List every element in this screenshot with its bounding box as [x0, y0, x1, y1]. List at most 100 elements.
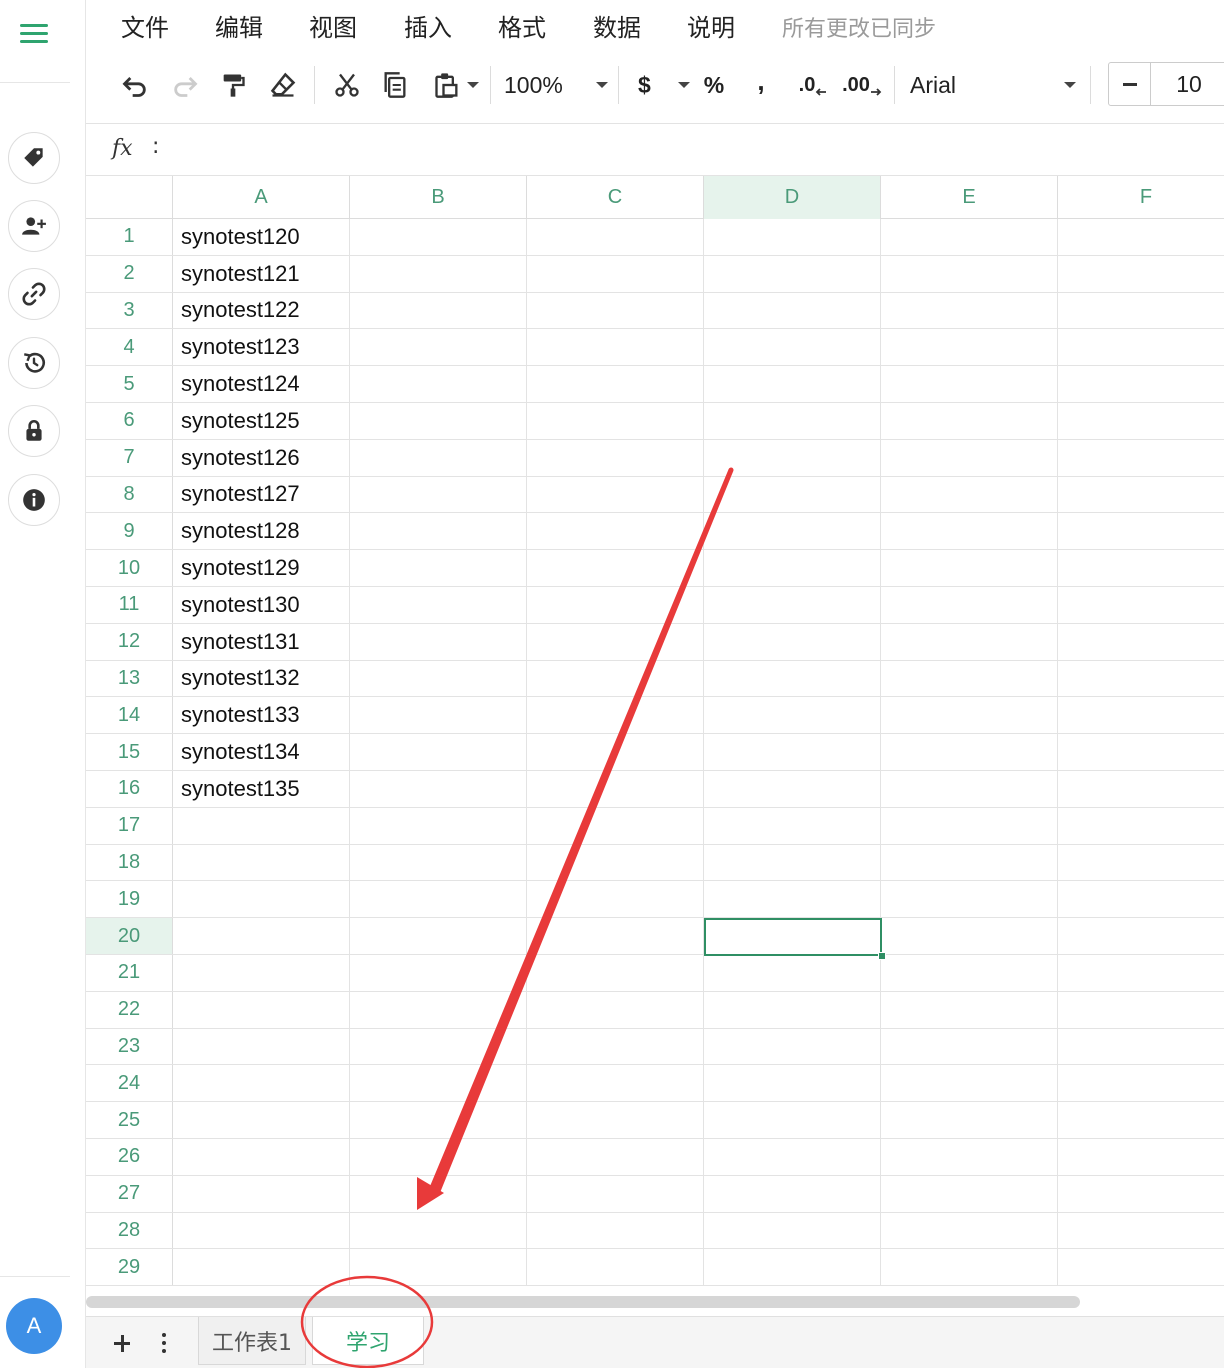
cell-e11[interactable]	[881, 586, 1058, 623]
cell-d9[interactable]	[704, 513, 881, 550]
cell-f23[interactable]	[1058, 1029, 1224, 1065]
row-header[interactable]: 23	[86, 1028, 173, 1065]
cell-a1[interactable]: synotest120	[173, 219, 350, 255]
cell-b13[interactable]	[350, 660, 527, 697]
row-header[interactable]: 21	[86, 954, 173, 991]
paste-dropdown-caret[interactable]	[467, 82, 479, 88]
cell-e23[interactable]	[881, 1028, 1058, 1065]
cell-e29[interactable]	[881, 1249, 1058, 1286]
sheet-tab-2[interactable]: 学习	[312, 1317, 424, 1365]
cell-f15[interactable]	[1058, 734, 1224, 770]
menu-edit[interactable]: 编辑	[215, 8, 263, 43]
cell-f21[interactable]	[1058, 955, 1224, 991]
cell-a15[interactable]: synotest134	[173, 734, 350, 770]
cell-b16[interactable]	[350, 770, 527, 807]
cell-a10[interactable]: synotest129	[173, 550, 350, 586]
cell-e17[interactable]	[881, 807, 1058, 844]
cell-c29[interactable]	[527, 1249, 704, 1286]
cell-a8[interactable]: synotest127	[173, 476, 350, 513]
row-header[interactable]: 16	[86, 770, 173, 807]
cell-e18[interactable]	[881, 844, 1058, 881]
cell-b26[interactable]	[350, 1138, 527, 1175]
cell-c19[interactable]	[527, 881, 704, 918]
cell-d7[interactable]	[704, 439, 881, 476]
info-button[interactable]	[8, 474, 60, 526]
cell-d12[interactable]	[704, 623, 881, 660]
cell-d5[interactable]	[704, 366, 881, 402]
cell-f3[interactable]	[1058, 293, 1224, 329]
cell-b22[interactable]	[350, 991, 527, 1028]
cell-f29[interactable]	[1058, 1249, 1224, 1285]
percent-format-button[interactable]: %	[700, 68, 728, 102]
paint-format-button[interactable]	[216, 68, 250, 102]
cell-d14[interactable]	[704, 697, 881, 734]
avatar[interactable]: A	[6, 1298, 62, 1354]
row-header[interactable]: 3	[86, 292, 173, 329]
undo-button[interactable]	[118, 68, 152, 102]
cell-a4[interactable]: synotest123	[173, 329, 350, 366]
cell-a20[interactable]	[173, 918, 350, 954]
menu-help[interactable]: 说明	[687, 8, 735, 43]
cell-b17[interactable]	[350, 807, 527, 844]
cell-b27[interactable]	[350, 1175, 527, 1212]
cell-a25[interactable]	[173, 1102, 350, 1138]
cell-e24[interactable]	[881, 1065, 1058, 1102]
cell-a14[interactable]: synotest133	[173, 697, 350, 734]
cell-d18[interactable]	[704, 844, 881, 881]
cell-d6[interactable]	[704, 402, 881, 439]
cell-f9[interactable]	[1058, 513, 1224, 549]
cell-e12[interactable]	[881, 623, 1058, 660]
row-header[interactable]: 29	[86, 1249, 173, 1286]
cell-d2[interactable]	[704, 255, 881, 292]
column-header-f[interactable]: F	[1058, 176, 1224, 219]
row-header[interactable]: 5	[86, 366, 173, 402]
add-sheet-button[interactable]	[108, 1329, 136, 1357]
cell-c28[interactable]	[527, 1212, 704, 1249]
cell-d28[interactable]	[704, 1212, 881, 1249]
tag-button[interactable]	[8, 132, 60, 184]
cell-f5[interactable]	[1058, 366, 1224, 402]
cell-d8[interactable]	[704, 476, 881, 513]
cell-e21[interactable]	[881, 954, 1058, 991]
cell-f11[interactable]	[1058, 587, 1224, 623]
cell-c12[interactable]	[527, 623, 704, 660]
cell-e19[interactable]	[881, 881, 1058, 918]
row-header[interactable]: 1	[86, 219, 173, 255]
cell-f28[interactable]	[1058, 1213, 1224, 1249]
cell-e1[interactable]	[881, 219, 1058, 255]
select-all-corner[interactable]	[86, 176, 173, 219]
sheet-list-menu-icon[interactable]	[158, 1331, 170, 1355]
cell-d1[interactable]	[704, 219, 881, 255]
cell-b20[interactable]	[350, 918, 527, 954]
cell-f16[interactable]	[1058, 771, 1224, 807]
cell-c15[interactable]	[527, 734, 704, 770]
cell-f17[interactable]	[1058, 808, 1224, 844]
cell-e10[interactable]	[881, 550, 1058, 586]
clear-format-button[interactable]	[266, 68, 300, 102]
menu-file[interactable]: 文件	[121, 8, 169, 43]
cell-b12[interactable]	[350, 623, 527, 660]
cell-a5[interactable]: synotest124	[173, 366, 350, 402]
redo-button[interactable]	[168, 68, 202, 102]
cell-f7[interactable]	[1058, 440, 1224, 476]
row-header[interactable]: 28	[86, 1212, 173, 1249]
link-button[interactable]	[8, 268, 60, 320]
menu-insert[interactable]: 插入	[404, 8, 452, 43]
cell-a27[interactable]	[173, 1175, 350, 1212]
menu-icon[interactable]	[18, 20, 50, 48]
cell-b29[interactable]	[350, 1249, 527, 1286]
cell-f20[interactable]	[1058, 918, 1224, 954]
cell-a23[interactable]	[173, 1028, 350, 1065]
cell-d17[interactable]	[704, 807, 881, 844]
row-header[interactable]: 13	[86, 660, 173, 697]
column-header-e[interactable]: E	[881, 176, 1058, 219]
cell-e25[interactable]	[881, 1102, 1058, 1138]
sheet-tab-1[interactable]: 工作表1	[198, 1317, 306, 1365]
row-header[interactable]: 4	[86, 329, 173, 366]
cell-a19[interactable]	[173, 881, 350, 918]
cell-b23[interactable]	[350, 1028, 527, 1065]
cell-a9[interactable]: synotest128	[173, 513, 350, 550]
increase-decimal-button[interactable]: .00	[840, 68, 884, 102]
cell-b5[interactable]	[350, 366, 527, 402]
cell-f22[interactable]	[1058, 992, 1224, 1028]
